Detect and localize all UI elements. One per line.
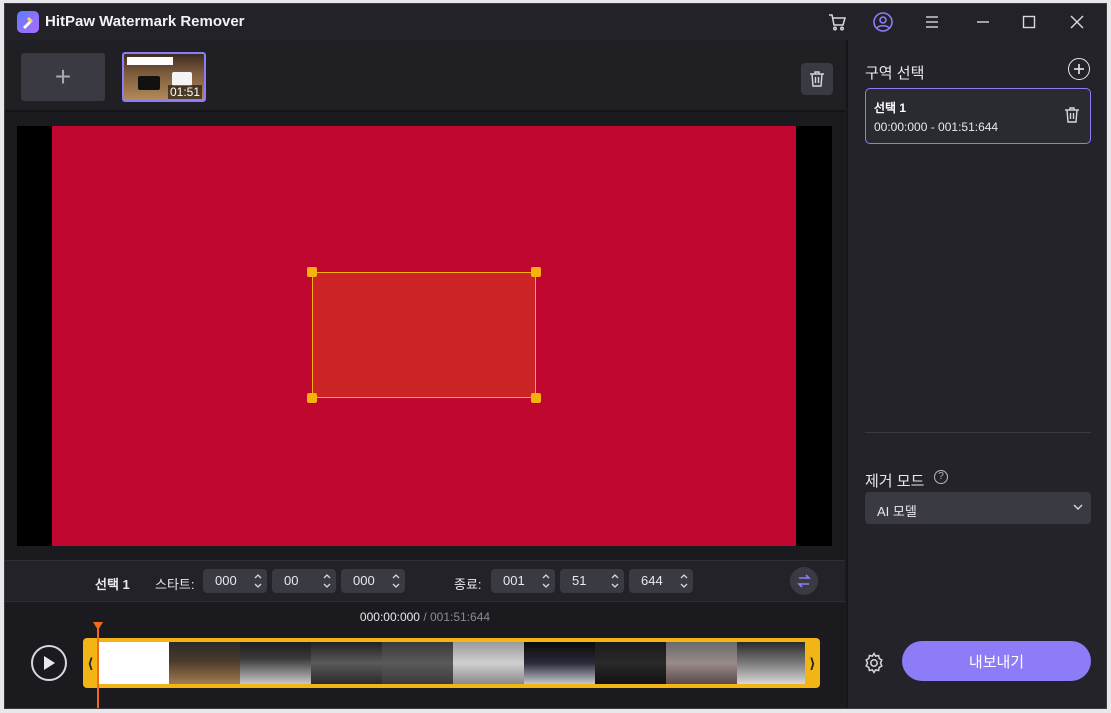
region-section-title: 구역 선택 — [865, 65, 925, 82]
time-controls: 선택 1 스타트: 000 00 000 종료: 001 51 644 — [5, 560, 845, 602]
timeline-frame — [240, 642, 311, 684]
swap-icon — [797, 574, 811, 588]
start-hour-value: 000 — [215, 573, 237, 588]
app-title: HitPaw Watermark Remover — [45, 13, 245, 30]
export-button[interactable]: 내보내기 — [902, 641, 1091, 681]
thumbnail-duration: 01:51 — [167, 85, 202, 99]
resize-handle-bottom-left[interactable] — [307, 393, 317, 403]
removal-mode-title: 제거 모드 — [865, 473, 925, 490]
removal-mode-select[interactable]: AI 모델 — [865, 492, 1091, 524]
start-ms-value: 000 — [353, 573, 375, 588]
current-time: 000:00:000 — [359, 610, 420, 624]
resize-handle-top-right[interactable] — [531, 267, 541, 277]
stepper-arrows-icon — [611, 574, 619, 588]
start-minute-stepper[interactable]: 00 — [272, 569, 336, 593]
timeline-frame — [311, 642, 382, 684]
app-logo-icon — [17, 11, 39, 33]
timeline-frame — [595, 642, 666, 684]
end-minute-value: 51 — [572, 573, 587, 588]
play-button[interactable] — [31, 645, 67, 681]
plus-circle-icon — [1074, 64, 1084, 74]
play-icon — [44, 656, 55, 670]
delete-region-button[interactable] — [1064, 106, 1080, 129]
time-separator: / — [419, 610, 430, 624]
stepper-arrows-icon — [254, 574, 262, 588]
swap-button[interactable] — [790, 567, 818, 595]
video-frame — [52, 126, 796, 546]
removal-mode-value: AI 모델 — [877, 504, 917, 519]
region-name: 선택 1 — [874, 101, 907, 115]
timeline-frame — [737, 642, 805, 684]
end-minute-stepper[interactable]: 51 — [560, 569, 624, 593]
delete-file-button[interactable] — [801, 63, 833, 95]
resize-handle-top-left[interactable] — [307, 267, 317, 277]
resize-handle-bottom-right[interactable] — [531, 393, 541, 403]
start-hour-stepper[interactable]: 000 — [203, 569, 267, 593]
menu-icon[interactable] — [920, 10, 944, 34]
timeline-track[interactable]: ⟨ ⟩ — [83, 638, 820, 688]
side-panel: 구역 선택 선택 1 00:00:000 - 001:51:644 제거 모드 … — [847, 40, 1106, 708]
panel-divider — [865, 432, 1091, 433]
timeline-frames — [98, 642, 805, 684]
watermark-selection-box[interactable] — [307, 267, 541, 403]
stepper-arrows-icon — [323, 574, 331, 588]
video-thumbnail[interactable]: 01:51 — [122, 52, 206, 102]
timeline-frame — [453, 642, 524, 684]
help-icon[interactable]: ? — [934, 470, 948, 484]
trim-handle-left[interactable]: ⟨ — [83, 638, 98, 688]
stepper-arrows-icon — [680, 574, 688, 588]
region-time-range: 00:00:000 - 001:51:644 — [874, 120, 999, 134]
end-hour-stepper[interactable]: 001 — [491, 569, 555, 593]
file-strip: + 01:51 — [5, 40, 845, 112]
timeline-frame — [382, 642, 453, 684]
total-time: 001:51:644 — [430, 610, 491, 624]
thumbnail-title-bar — [127, 57, 173, 65]
end-ms-value: 644 — [641, 573, 663, 588]
stepper-arrows-icon — [542, 574, 550, 588]
timeline-frame — [524, 642, 595, 684]
add-file-button[interactable]: + — [21, 53, 105, 101]
title-bar: HitPaw Watermark Remover — [5, 4, 1106, 40]
maximize-icon[interactable] — [1017, 10, 1041, 34]
workspace: + 01:51 선택 1 스타트: 000 00 000 종료: 001 51 … — [5, 40, 845, 708]
stepper-arrows-icon — [392, 574, 400, 588]
timecode: 000:00:000 / 001:51:644 — [5, 610, 845, 624]
selection-label: 선택 1 — [95, 577, 130, 592]
start-minute-value: 00 — [284, 573, 299, 588]
region-card[interactable]: 선택 1 00:00:000 - 001:51:644 — [865, 88, 1091, 144]
timeline-frame — [98, 642, 169, 684]
thumbnail-projector-light — [172, 72, 192, 86]
end-ms-stepper[interactable]: 644 — [629, 569, 693, 593]
trash-icon — [1065, 107, 1079, 123]
cart-icon[interactable] — [825, 10, 849, 34]
settings-button[interactable] — [862, 651, 886, 675]
close-icon[interactable] — [1065, 10, 1089, 34]
timeline-frame — [169, 642, 240, 684]
app-window: HitPaw Watermark Remover + 01:51 선택 1 스타… — [4, 3, 1107, 709]
gear-icon — [865, 652, 883, 674]
video-preview — [17, 126, 832, 546]
trim-handle-right[interactable]: ⟩ — [805, 638, 820, 688]
thumbnail-projector-dark — [138, 76, 160, 90]
start-ms-stepper[interactable]: 000 — [341, 569, 405, 593]
playhead[interactable] — [97, 625, 99, 708]
trash-icon — [810, 71, 824, 87]
end-hour-value: 001 — [503, 573, 525, 588]
timeline-frame — [666, 642, 737, 684]
end-label: 종료: — [454, 577, 482, 592]
start-label: 스타트: — [155, 577, 195, 592]
account-icon[interactable] — [871, 10, 895, 34]
minimize-icon[interactable] — [971, 10, 995, 34]
add-region-button[interactable] — [1068, 58, 1090, 80]
chevron-down-icon — [1073, 504, 1083, 510]
